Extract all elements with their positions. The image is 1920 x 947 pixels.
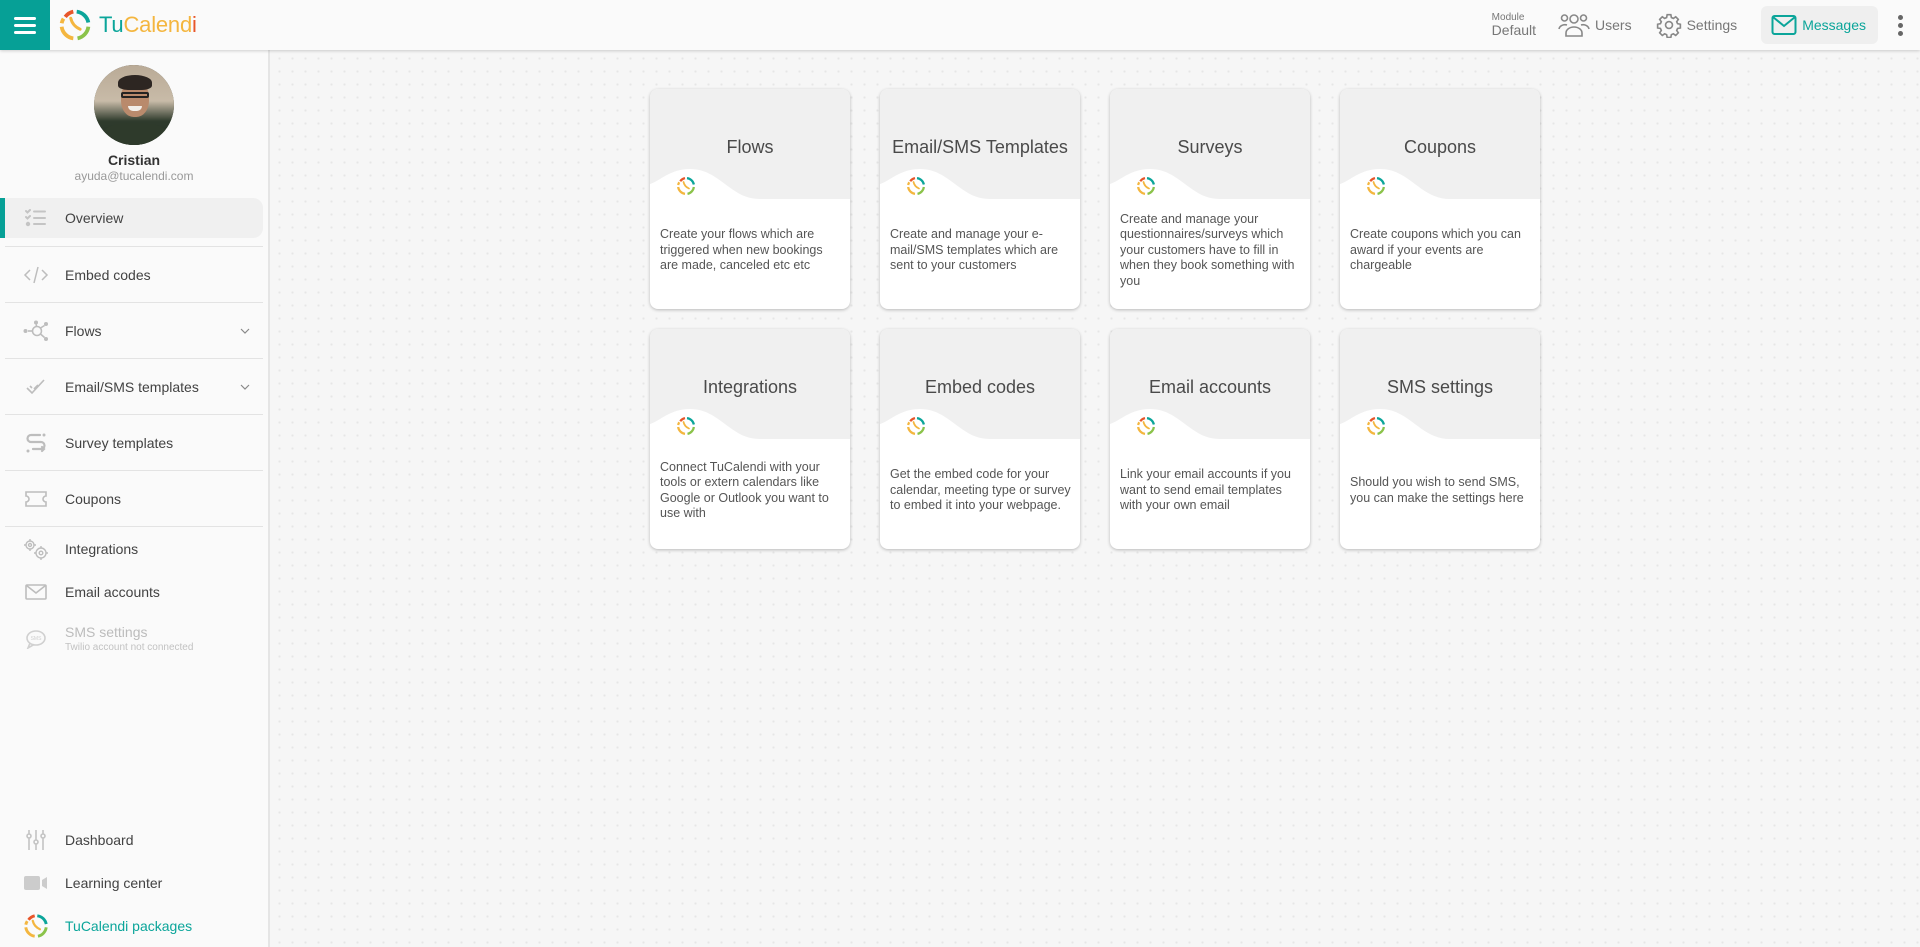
user-profile: Cristian ayuda@tucalendi.com [0,50,268,183]
avatar[interactable] [94,65,174,145]
sidebar-item-email-accounts[interactable]: Email accounts [5,570,263,613]
user-name: Cristian [107,152,161,168]
tucalendi-logo-icon [676,416,696,436]
double-check-icon [23,375,49,399]
top-bar: TuCalendi Module Default Users Settings [0,0,1920,50]
module-selector[interactable]: Module Default [1491,13,1537,38]
card-description: Create your flows which are triggered wh… [660,227,823,273]
card-description: Link your email accounts if you want to … [1120,467,1291,513]
user-email: ayuda@tucalendi.com [74,169,194,183]
sliders-icon [23,828,49,852]
sms-bubble-icon: SMS [23,627,49,651]
more-options-button[interactable] [1890,10,1910,40]
hamburger-icon [14,16,36,34]
hamburger-menu-button[interactable] [0,0,50,50]
sidebar-item-dashboard[interactable]: Dashboard [5,818,263,861]
card-sms-settings[interactable]: SMS settings Should you wish to send SMS… [1340,329,1540,549]
users-link[interactable]: Users [1558,12,1632,38]
card-title: Coupons [1403,137,1477,157]
mail-icon [23,580,49,604]
card-description: Should you wish to send SMS, you can mak… [1350,475,1524,505]
sidebar-item-email-sms-templates[interactable]: Email/SMS templates [5,359,263,415]
card-flows[interactable]: Flows Create your flows which are trigge… [650,89,850,309]
messages-link[interactable]: Messages [1761,6,1878,44]
chevron-down-icon[interactable] [239,325,251,337]
sidebar-item-embed-codes[interactable]: Embed codes [5,247,263,303]
overview-cards: Flows Create your flows which are trigge… [650,89,1540,549]
code-icon [23,263,49,287]
tucalendi-logo-icon [1136,416,1156,436]
sidebar-item-sms-settings[interactable]: SMS SMS settings Twilio account not conn… [5,613,263,665]
card-title: Surveys [1177,137,1243,157]
tucalendi-logo-icon [906,176,926,196]
tucalendi-logo-icon [906,416,926,436]
sms-settings-label: SMS settings [65,623,148,640]
sidebar-item-overview[interactable]: Overview [0,198,263,238]
svg-text:SMS: SMS [31,636,43,642]
sidebar-item-tucalendi-packages[interactable]: TuCalendi packages [5,904,263,947]
card-embed-codes[interactable]: Embed codes Get the embed code for your … [880,329,1080,549]
sidebar-item-coupons[interactable]: Coupons [5,471,263,527]
sidebar-item-integrations[interactable]: Integrations [5,527,263,570]
survey-icon [23,431,49,455]
card-title: Email accounts [1148,377,1272,397]
tucalendi-logo-icon [676,176,696,196]
kebab-dot [1897,22,1903,28]
checklist-icon [23,206,49,230]
kebab-dot [1897,30,1903,36]
sms-settings-status: Twilio account not connected [65,642,194,654]
card-title: Embed codes [924,377,1036,397]
card-description: Connect TuCalendi with your tools or ext… [660,459,829,521]
card-description: Create coupons which you can award if yo… [1350,227,1521,273]
card-email-sms-templates[interactable]: Email/SMS Templates Create and manage yo… [880,89,1080,309]
sidebar-item-flows[interactable]: Flows [5,303,263,359]
card-description: Get the embed code for your calendar, me… [890,467,1071,513]
mail-icon [1771,15,1797,35]
settings-link[interactable]: Settings [1656,12,1737,38]
card-title: SMS settings [1386,377,1494,397]
brand-name: TuCalendi [99,12,197,37]
module-value: Default [1491,22,1537,38]
tucalendi-logo-icon [1366,416,1386,436]
sidebar-item-survey-templates[interactable]: Survey templates [5,415,263,471]
card-surveys[interactable]: Surveys Create and manage your questionn… [1110,89,1310,309]
sidebar-bottom-nav: Dashboard Learning center TuCalendi pack… [0,818,268,947]
card-description: Create and manage your questionnaires/su… [1120,211,1295,288]
sidebar: Cristian ayuda@tucalendi.com Overview Em… [0,50,270,947]
users-icon [1558,14,1590,37]
tucalendi-logo-icon [1366,176,1386,196]
chevron-down-icon[interactable] [239,381,251,393]
sidebar-item-learning-center[interactable]: Learning center [5,861,263,904]
card-email-accounts[interactable]: Email accounts Link your email accounts … [1110,329,1310,549]
card-integrations[interactable]: Integrations Connect TuCalendi with your… [650,329,850,549]
ticket-icon [23,487,49,511]
card-title: Flows [726,137,774,157]
gear-icon [1656,13,1681,38]
tucalendi-logo-icon [1136,176,1156,196]
tucalendi-logo-icon [58,8,92,42]
brand-logo[interactable]: TuCalendi [58,8,197,42]
flows-icon [23,319,49,343]
tucalendi-logo-icon [23,914,49,938]
card-title: Email/SMS Templates [892,137,1068,157]
card-title: Integrations [702,377,798,397]
card-coupons[interactable]: Coupons Create coupons which you can awa… [1340,89,1540,309]
sidebar-nav: Overview Embed codes Flows Email/SMS tem… [0,198,268,665]
gears-icon [23,537,49,561]
card-description: Create and manage your e-mail/SMS templa… [890,227,1059,273]
video-camera-icon [23,871,49,895]
kebab-dot [1897,14,1903,20]
